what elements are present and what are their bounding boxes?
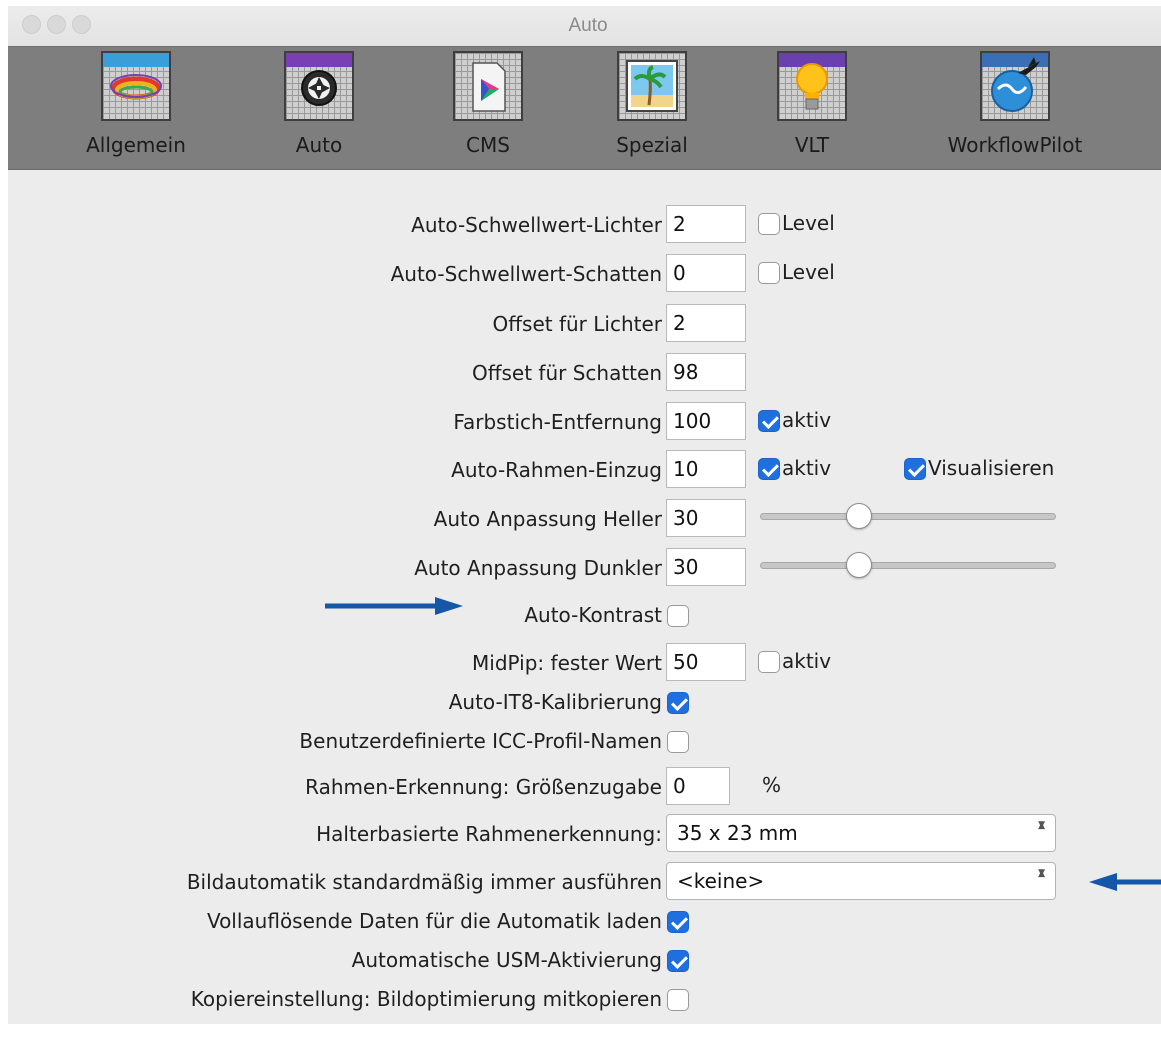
halter-select-value: 35 x 23 mm [677, 821, 798, 845]
visualisieren-checkbox[interactable] [904, 458, 926, 480]
midpip-aktiv-label: aktiv [782, 649, 832, 673]
schatten-input[interactable] [666, 254, 746, 292]
bildautomatik-select-value: <keine> [677, 869, 765, 893]
lichter-label: Auto-Schwellwert-Lichter [411, 213, 662, 237]
preferences-window: Auto Allgemein Auto CMS Spezial VLT Work… [8, 6, 1161, 1024]
vollaufloesend-label: Vollauflösende Daten für die Automatik l… [206, 909, 662, 933]
heller-label: Auto Anpassung Heller [433, 507, 662, 531]
farbstich-input[interactable] [666, 402, 746, 440]
rahmen-einzug-aktiv-checkbox[interactable] [758, 458, 780, 480]
bildautomatik-label: Bildautomatik standardmäßig immer ausfüh… [186, 870, 662, 894]
rahmen-einzug-label: Auto-Rahmen-Einzug [451, 458, 662, 482]
farbstich-aktiv-label: aktiv [782, 408, 832, 432]
kontrast-checkbox[interactable] [667, 605, 689, 627]
it8-label: Auto-IT8-Kalibrierung [448, 690, 662, 714]
farbstich-label: Farbstich-Entfernung [453, 410, 662, 434]
pointer-arrow-right-icon [325, 597, 463, 615]
visualisieren-label: Visualisieren [928, 456, 1055, 480]
lichter-input[interactable] [666, 205, 746, 243]
heller-slider-track[interactable] [760, 513, 1056, 520]
halter-select[interactable]: 35 x 23 mm ▲ ▼ [666, 814, 1056, 852]
groessenzugabe-label: Rahmen-Erkennung: Größenzugabe [305, 775, 662, 799]
heller-slider-knob[interactable] [846, 503, 873, 529]
updown-chevron-icon: ▲ ▼ [1038, 868, 1045, 879]
dunkler-slider-knob[interactable] [846, 552, 873, 578]
icc-checkbox[interactable] [667, 731, 689, 753]
midpip-input[interactable] [666, 643, 746, 681]
dunkler-slider-track[interactable] [760, 562, 1056, 569]
kontrast-label: Auto-Kontrast [524, 603, 662, 627]
rahmen-einzug-input[interactable] [666, 450, 746, 488]
offset-schatten-label: Offset für Schatten [471, 361, 662, 385]
it8-checkbox[interactable] [667, 692, 689, 714]
offset-lichter-label: Offset für Lichter [492, 312, 662, 336]
schatten-level-label: Level [782, 260, 835, 284]
heller-input[interactable] [666, 499, 746, 537]
rahmen-einzug-aktiv-label: aktiv [782, 456, 832, 480]
usm-checkbox[interactable] [667, 950, 689, 972]
groessenzugabe-input[interactable] [666, 767, 730, 805]
icc-label: Benutzerdefinierte ICC-Profil-Namen [299, 729, 662, 753]
midpip-label: MidPip: fester Wert [472, 651, 662, 675]
schatten-level-checkbox[interactable] [758, 262, 780, 284]
pointer-arrow-left-icon [1089, 873, 1161, 891]
kopier-checkbox[interactable] [667, 989, 689, 1011]
farbstich-aktiv-checkbox[interactable] [758, 410, 780, 432]
halter-label: Halterbasierte Rahmenerkennung: [316, 822, 662, 846]
bildautomatik-select[interactable]: <keine> ▲ ▼ [666, 862, 1056, 900]
auto-settings-form: Auto-Schwellwert-Lichter Level Auto-Schw… [8, 6, 1161, 1024]
dunkler-input[interactable] [666, 548, 746, 586]
usm-label: Automatische USM-Aktivierung [351, 948, 662, 972]
updown-chevron-icon: ▲ ▼ [1038, 820, 1045, 831]
midpip-aktiv-checkbox[interactable] [758, 651, 780, 673]
lichter-level-checkbox[interactable] [758, 213, 780, 235]
offset-lichter-input[interactable] [666, 304, 746, 342]
dunkler-label: Auto Anpassung Dunkler [414, 556, 662, 580]
lichter-level-label: Level [782, 211, 835, 235]
vollaufloesend-checkbox[interactable] [667, 911, 689, 933]
schatten-label: Auto-Schwellwert-Schatten [390, 262, 662, 286]
groessenzugabe-unit: % [762, 773, 782, 797]
offset-schatten-input[interactable] [666, 353, 746, 391]
kopier-label: Kopiereinstellung: Bildoptimierung mitko… [190, 987, 662, 1011]
